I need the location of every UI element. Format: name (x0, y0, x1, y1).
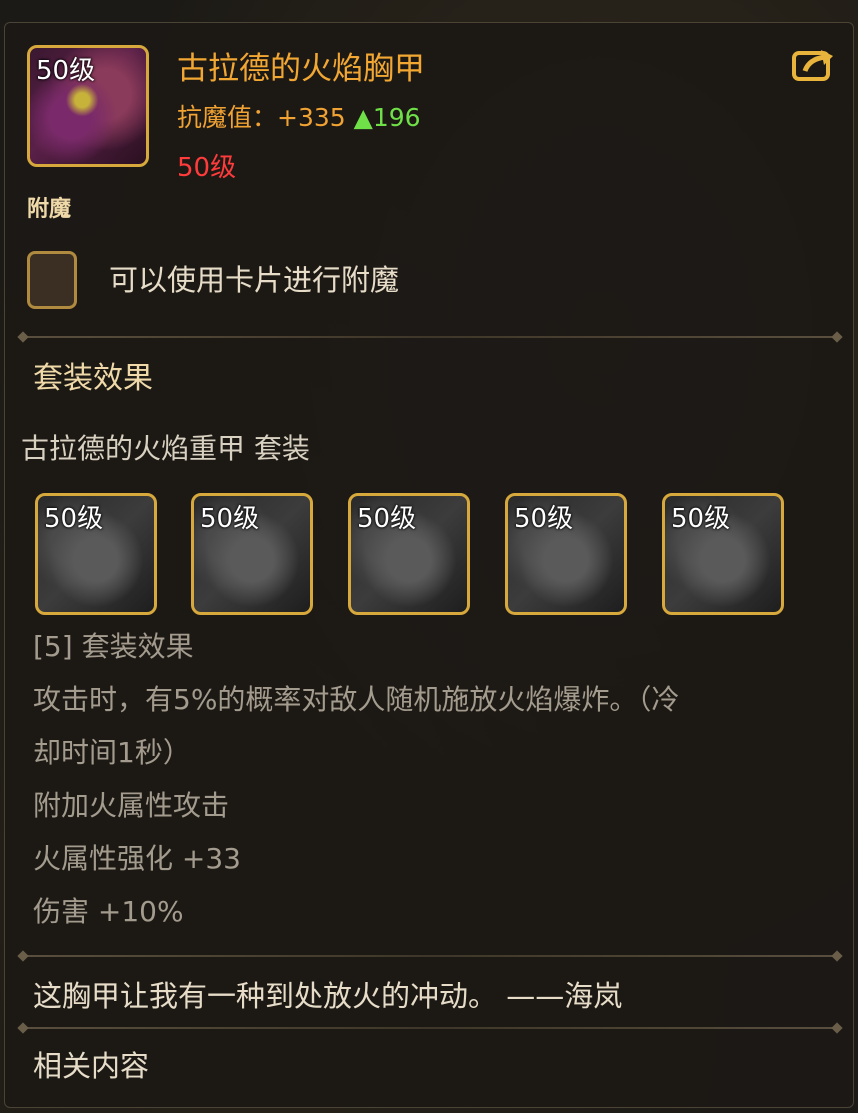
set-effect-line: 附加火属性攻击 (33, 789, 230, 822)
enchant-slot-text: 可以使用卡片进行附魔 (109, 263, 400, 297)
stat-value: +335 (277, 103, 346, 132)
stat-delta: ▲196 (353, 103, 421, 132)
share-icon[interactable] (791, 47, 835, 83)
set-piece-level: 50级 (514, 504, 574, 534)
set-effect-heading: 套装效果 (33, 361, 153, 396)
set-piece-level: 50级 (357, 504, 417, 534)
helmet-icon[interactable]: 50级 (35, 493, 157, 615)
divider (21, 955, 839, 957)
related-content-heading[interactable]: 相关内容 (33, 1043, 149, 1085)
set-piece-level: 50级 (200, 504, 260, 534)
pants-icon[interactable]: 50级 (191, 493, 313, 615)
belt-icon[interactable]: 50级 (505, 493, 627, 615)
set-piece-level: 50级 (671, 504, 731, 534)
set-effect-line: 火属性强化 +33 (33, 842, 241, 875)
item-name: 古拉德的火焰胸甲 (177, 51, 425, 87)
required-level: 50级 (177, 153, 237, 183)
enchant-heading: 附魔 (27, 197, 72, 222)
item-tooltip-panel: 50级 古拉德的火焰胸甲 抗魔值：+335 ▲196 50级 附魔 可以使用卡片… (4, 22, 854, 1108)
shoulder-icon[interactable]: 50级 (348, 493, 470, 615)
stat-label: 抗魔值： (177, 103, 278, 132)
set-effect-line: 攻击时，有5%的概率对敌人随机施放火焰爆炸。（冷 (33, 683, 680, 716)
set-piece-level: 50级 (44, 504, 104, 534)
chest-armor-icon[interactable]: 50级 (27, 45, 149, 167)
set-effect-line: [5] 套装效果 (33, 630, 194, 663)
item-level-badge: 50级 (36, 56, 96, 86)
boots-icon[interactable]: 50级 (662, 493, 784, 615)
set-name: 古拉德的火焰重甲 套装 (21, 432, 310, 465)
enchant-card-slot[interactable] (27, 251, 77, 309)
set-effect-line: 伤害 +10% (33, 895, 184, 928)
flavor-text: 这胸甲让我有一种到处放火的冲动。 ——海岚 (33, 979, 623, 1013)
set-effect-line: 却时间1秒） (33, 736, 191, 769)
divider (21, 1027, 839, 1029)
divider (21, 336, 839, 338)
magic-resist-stat: 抗魔值：+335 ▲196 (177, 98, 421, 134)
